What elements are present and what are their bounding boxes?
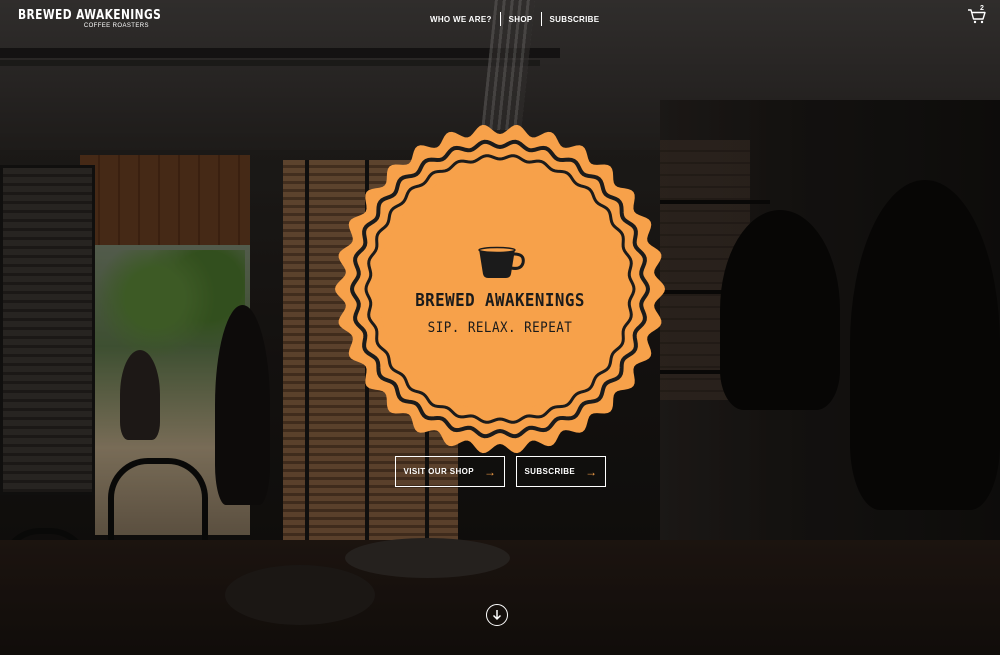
brand-emblem	[335, 124, 665, 454]
nav-item-who-we-are[interactable]: WHO WE ARE?	[430, 15, 500, 24]
arrow-right-icon: →	[484, 464, 497, 479]
emblem-center	[378, 167, 622, 411]
site-logo[interactable]: BREWED AWAKENINGS COFFEE ROASTERS	[18, 9, 193, 29]
subscribe-label: SUBSCRIBE	[524, 467, 576, 476]
subscribe-button[interactable]: SUBSCRIBE →	[516, 456, 606, 487]
arrow-down-circle-icon	[492, 610, 502, 621]
visit-shop-button[interactable]: VISIT OUR SHOP →	[395, 456, 505, 487]
cart-icon[interactable]	[967, 8, 987, 24]
arrow-right-icon: →	[585, 464, 598, 479]
visit-shop-label: VISIT OUR SHOP	[403, 467, 475, 476]
scroll-down-button[interactable]	[486, 604, 508, 626]
main-nav: WHO WE ARE? SHOP SUBSCRIBE	[430, 12, 607, 26]
nav-item-shop[interactable]: SHOP	[501, 15, 541, 24]
emblem-title: BREWED AWAKENINGS	[415, 290, 585, 311]
coffee-cup-icon	[478, 246, 525, 278]
nav-item-subscribe[interactable]: SUBSCRIBE	[542, 15, 608, 24]
logo-title: BREWED AWAKENINGS	[18, 8, 162, 23]
cart-count-badge: 2	[980, 5, 984, 12]
emblem-tagline: SIP. RELAX. REPEAT	[427, 320, 573, 336]
logo-subtitle: COFFEE ROASTERS	[83, 23, 149, 29]
